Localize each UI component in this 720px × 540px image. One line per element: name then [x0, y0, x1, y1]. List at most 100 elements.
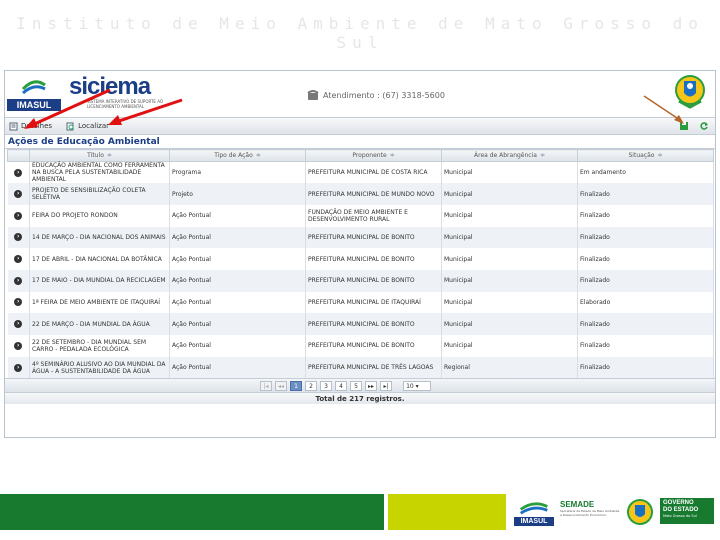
table-body: › EDUCAÇÃO AMBIENTAL COMO FERRAMENTA NA B…: [7, 161, 714, 379]
row-expand-button[interactable]: ›: [7, 269, 30, 292]
row-expand-button[interactable]: ›: [7, 356, 30, 379]
cell-proponente: PREFEITURA MUNICIPAL DE TRÊS LAGOAS: [305, 356, 442, 379]
row-expand-button[interactable]: ›: [7, 161, 30, 184]
page-size-select[interactable]: 10 ▾: [403, 380, 432, 391]
row-expand-button[interactable]: ›: [7, 335, 30, 357]
cell-tipo: Ação Pontual: [169, 248, 306, 270]
column-header-situacao[interactable]: Situação ≑: [577, 149, 714, 162]
cell-tipo: Ação Pontual: [169, 226, 306, 249]
cell-situacao: Em andamento: [577, 161, 714, 184]
cell-area: Municipal: [441, 269, 578, 292]
cell-area: Municipal: [441, 204, 578, 227]
cell-proponente: PREFEITURA MUNICIPAL DE BONITO: [305, 269, 442, 292]
expand-icon: ›: [14, 276, 23, 285]
column-header-tipo[interactable]: Tipo de Ação ≑: [169, 149, 306, 162]
cell-titulo: 17 DE MAIO - DIA MUNDIAL DA RECICLAGEM: [29, 269, 170, 292]
footer-semade-sub: Secretaria de Estado de Meio Ambiente e …: [560, 509, 620, 517]
table-row[interactable]: › 22 DE SETEMBRO - DIA MUNDIAL SEM CARRO …: [7, 335, 714, 357]
cell-titulo: FEIRA DO PROJETO RONDON: [29, 204, 170, 227]
cell-tipo: Ação Pontual: [169, 204, 306, 227]
page-button-4[interactable]: 4: [335, 380, 348, 391]
column-header-expand: [7, 149, 30, 162]
row-expand-button[interactable]: ›: [7, 313, 30, 335]
page-button-1[interactable]: 1: [290, 380, 303, 391]
cell-area: Municipal: [441, 248, 578, 270]
table-row[interactable]: › 22 DE MARÇO - DIA MUNDIAL DA ÁGUA Ação P…: [7, 313, 714, 335]
cell-area: Municipal: [441, 291, 578, 314]
cell-proponente: FUNDAÇÃO DE MEIO AMBIENTE E DESENVOLVIME…: [305, 204, 442, 227]
sort-icon: ≑: [389, 152, 395, 159]
column-header-titulo[interactable]: Título ≑: [29, 149, 170, 162]
cell-titulo: PROJETO DE SENSIBILIZAÇÃO COLETA SELETIV…: [29, 183, 170, 205]
footer-state-seal-icon: [627, 499, 653, 525]
panel-title: Ações de Educação Ambiental: [5, 135, 715, 149]
cell-tipo: Ação Pontual: [169, 291, 306, 314]
table-row[interactable]: › 17 DE ABRIL - DIA NACIONAL DA BOTÂNICA A…: [7, 248, 714, 270]
column-header-proponente[interactable]: Proponente ≑: [305, 149, 442, 162]
table-row[interactable]: › FEIRA DO PROJETO RONDON Ação Pontual FUND…: [7, 204, 714, 227]
table-row[interactable]: › 4º SEMINÁRIO ALUSIVO AO DIA MUNDIAL DA …: [7, 356, 714, 379]
cell-proponente: PREFEITURA MUNICIPAL DE ITAQUIRAÍ: [305, 291, 442, 314]
table-row[interactable]: › 1ª FEIRA DE MEIO AMBIENTE DE ITAQUIRAÍ A…: [7, 291, 714, 314]
table-row[interactable]: › 17 DE MAIO - DIA MUNDIAL DA RECICLAGEM A…: [7, 269, 714, 292]
first-page-button[interactable]: |◂: [260, 380, 272, 391]
table-row[interactable]: › 14 DE MARÇO - DIA NACIONAL DOS ANIMAIS A…: [7, 226, 714, 249]
expand-icon: ›: [14, 190, 23, 199]
cell-tipo: Ação Pontual: [169, 313, 306, 335]
row-expand-button[interactable]: ›: [7, 204, 30, 227]
cell-titulo: 1ª FEIRA DE MEIO AMBIENTE DE ITAQUIRAÍ: [29, 291, 170, 314]
page-button-2[interactable]: 2: [305, 380, 318, 391]
phone-text: Atendimento : (67) 3318-5600: [323, 90, 445, 100]
arrow-to-details: [24, 88, 111, 129]
pagination-bar: |◂ ◂◂ 12345 ▸▸ ▸| 10 ▾: [5, 378, 715, 393]
refresh-icon[interactable]: [699, 121, 709, 131]
next-page-button[interactable]: ▸▸: [365, 380, 378, 391]
footer-semade-logo: SEMADE Secretaria de Estado de Meio Ambi…: [560, 500, 622, 517]
expand-icon: ›: [14, 341, 23, 350]
footer-green-bar: [0, 494, 384, 530]
sort-icon: ≑: [255, 152, 261, 159]
page-button-5[interactable]: 5: [350, 380, 363, 391]
cell-area: Municipal: [441, 313, 578, 335]
row-expand-button[interactable]: ›: [7, 183, 30, 205]
cell-area: Municipal: [441, 183, 578, 205]
row-expand-button[interactable]: ›: [7, 226, 30, 249]
cell-proponente: PREFEITURA MUNICIPAL DE MUNDO NOVO: [305, 183, 442, 205]
expand-icon: ›: [14, 233, 23, 242]
annotation-arrows: [24, 88, 183, 129]
telephone-icon: [307, 90, 319, 100]
cell-titulo: 4º SEMINÁRIO ALUSIVO AO DIA MUNDIAL DA Á…: [29, 356, 170, 379]
cell-area: Regional: [441, 356, 578, 379]
row-expand-button[interactable]: ›: [7, 248, 30, 270]
page-button-3[interactable]: 3: [320, 380, 333, 391]
cell-proponente: PREFEITURA MUNICIPAL DE BONITO: [305, 313, 442, 335]
footer-government-logo: GOVERNO DO ESTADO Mato Grosso do Sul: [660, 498, 714, 524]
cell-situacao: Finalizado: [577, 204, 714, 227]
expand-icon: ›: [14, 320, 23, 329]
arrow-to-save: [643, 95, 684, 124]
table-header-row: Título ≑ Tipo de Ação ≑ Proponente ≑ Área d…: [7, 149, 714, 162]
expand-icon: ›: [14, 363, 23, 372]
expand-icon: ›: [14, 211, 23, 220]
cell-titulo: 14 DE MARÇO - DIA NACIONAL DOS ANIMAIS: [29, 226, 170, 249]
row-expand-button[interactable]: ›: [7, 291, 30, 314]
cell-area: Municipal: [441, 226, 578, 249]
cell-situacao: Finalizado: [577, 356, 714, 379]
page-number-list: 12345: [290, 380, 363, 391]
prev-page-button[interactable]: ◂◂: [275, 380, 288, 391]
footer-gov-line2: DO ESTADO: [663, 507, 699, 513]
cell-titulo: 17 DE ABRIL - DIA NACIONAL DA BOTÂNICA: [29, 248, 170, 270]
expand-icon: ›: [14, 168, 23, 177]
cell-situacao: Finalizado: [577, 335, 714, 357]
cell-titulo: 22 DE MARÇO - DIA MUNDIAL DA ÁGUA: [29, 313, 170, 335]
cell-tipo: Ação Pontual: [169, 335, 306, 357]
footer-imasul-logo: IMASUL: [514, 498, 554, 526]
cell-proponente: PREFEITURA MUNICIPAL DE BONITO: [305, 226, 442, 249]
table-row[interactable]: › PROJETO DE SENSIBILIZAÇÃO COLETA SELETI…: [7, 183, 714, 205]
last-page-button[interactable]: ▸|: [380, 380, 393, 391]
footer-lime-bar: [388, 494, 506, 530]
cell-area: Municipal: [441, 161, 578, 184]
table-row[interactable]: › EDUCAÇÃO AMBIENTAL COMO FERRAMENTA NA B…: [7, 161, 714, 184]
sort-icon: ≑: [106, 152, 112, 159]
column-header-area[interactable]: Área de Abrangência ≑: [441, 149, 578, 162]
